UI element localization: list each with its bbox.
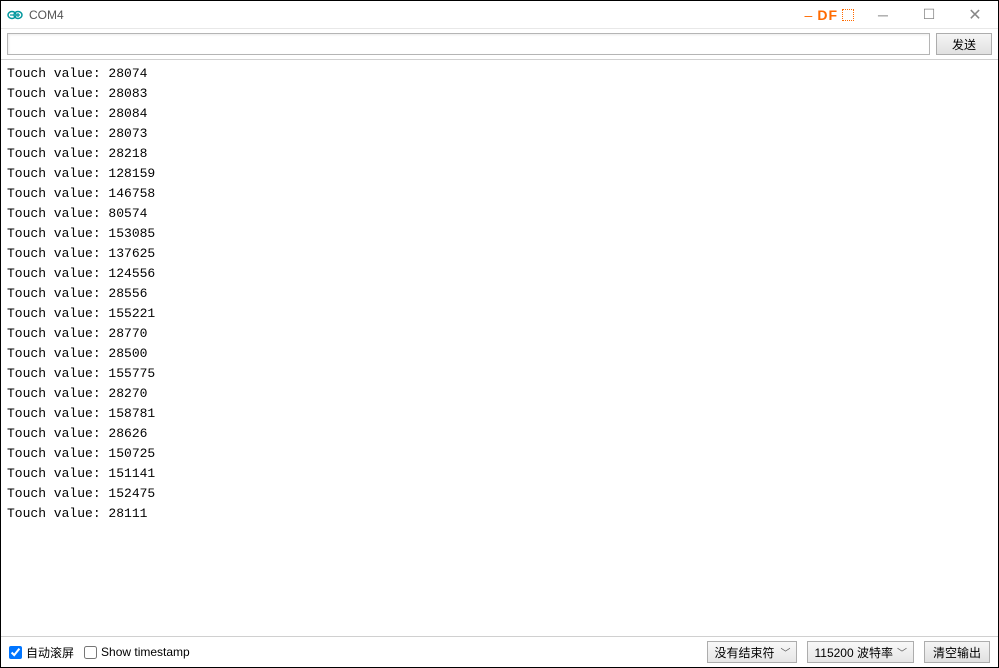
clear-output-button[interactable]: 清空输出: [924, 641, 990, 663]
chevron-down-icon: ﹀: [780, 645, 790, 660]
send-input[interactable]: [7, 33, 930, 55]
timestamp-checkbox[interactable]: [84, 646, 97, 659]
timestamp-label: Show timestamp: [101, 645, 190, 659]
autoscroll-checkbox[interactable]: [9, 646, 22, 659]
watermark-dash: –: [805, 7, 814, 23]
bottombar: 自动滚屏 Show timestamp 没有结束符 ﹀ 115200 波特率 ﹀…: [1, 637, 998, 667]
timestamp-checkbox-wrapper[interactable]: Show timestamp: [84, 645, 190, 659]
watermark-box-icon: [842, 9, 854, 21]
serial-monitor-window: COM4 – DF ─ ☐ ✕ 发送 Touch value: 28074 To…: [0, 0, 999, 668]
autoscroll-label: 自动滚屏: [26, 644, 74, 661]
window-controls: ─ ☐ ✕: [860, 1, 998, 28]
line-ending-select[interactable]: 没有结束符 ﹀: [707, 641, 797, 663]
window-title: COM4: [29, 8, 64, 22]
chevron-down-icon: ﹀: [897, 645, 907, 660]
maximize-button[interactable]: ☐: [906, 1, 952, 28]
close-button[interactable]: ✕: [952, 1, 998, 28]
watermark: – DF: [805, 7, 854, 23]
titlebar: COM4 – DF ─ ☐ ✕: [1, 1, 998, 29]
minimize-button[interactable]: ─: [860, 1, 906, 28]
baud-rate-selected: 115200 波特率: [814, 644, 893, 661]
baud-rate-select[interactable]: 115200 波特率 ﹀: [807, 641, 914, 663]
line-ending-selected: 没有结束符: [714, 644, 774, 661]
watermark-text: DF: [817, 7, 838, 23]
arduino-icon: [7, 7, 23, 23]
send-row: 发送: [1, 29, 998, 59]
send-button[interactable]: 发送: [936, 33, 992, 55]
serial-output[interactable]: Touch value: 28074 Touch value: 28083 To…: [1, 59, 998, 637]
autoscroll-checkbox-wrapper[interactable]: 自动滚屏: [9, 644, 74, 661]
